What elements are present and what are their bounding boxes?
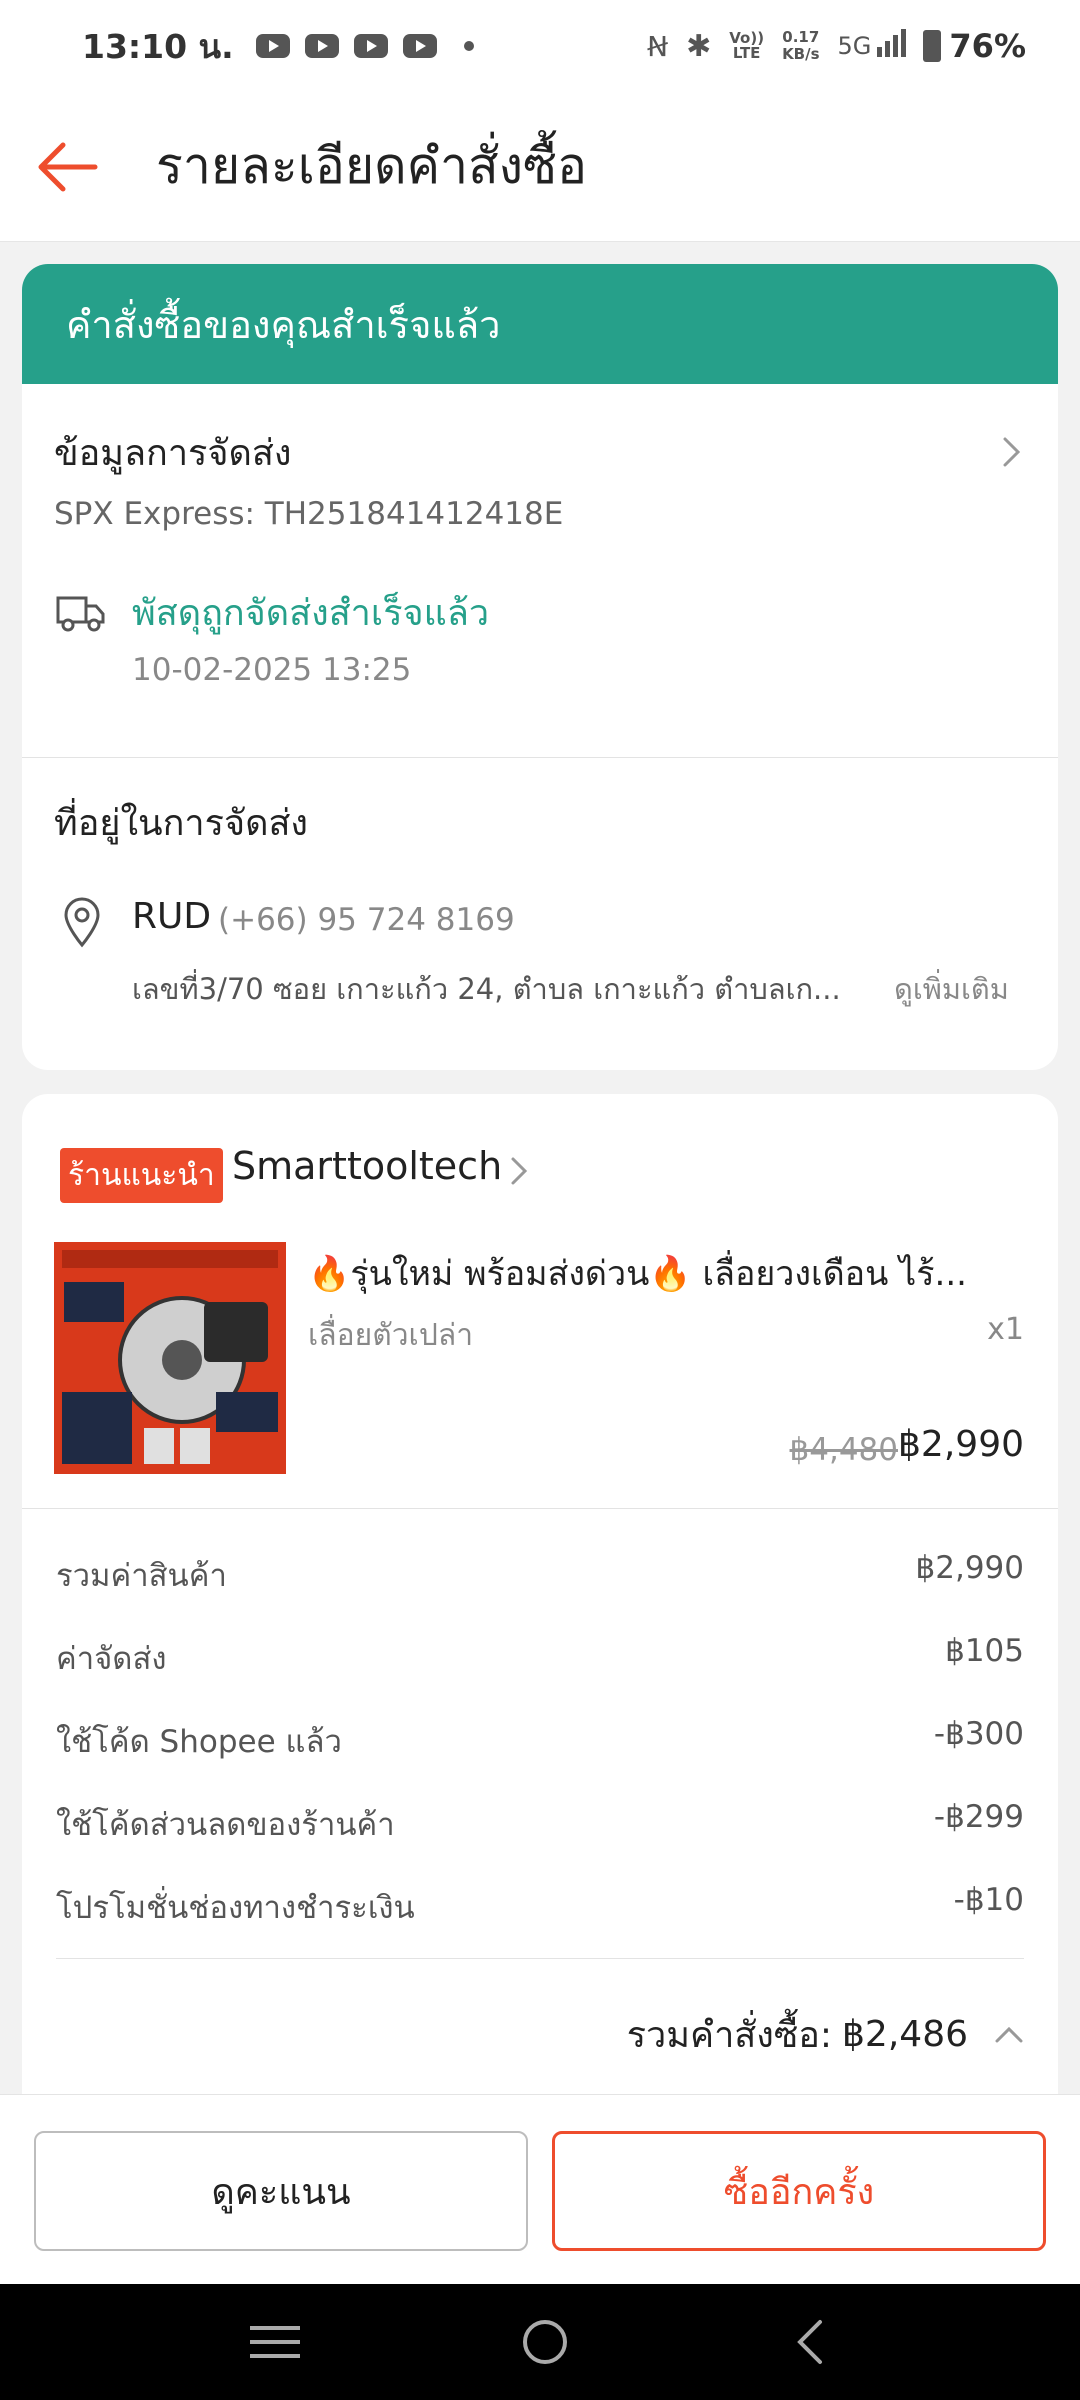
summary-label: โปรโมชั่นช่องทางชำระเงิน bbox=[56, 1890, 415, 1926]
page-title: รายละเอียดคำสั่งซื้อ bbox=[156, 137, 588, 195]
order-items-card: ร้านแนะนำ Smarttooltech 🔥รุ่นใหม่ พร้อมส… bbox=[22, 1094, 1058, 2094]
product-price: ฿2,990 bbox=[898, 1424, 1024, 1465]
youtube-icon bbox=[402, 34, 437, 58]
summary-label: รวมค่าสินค้า bbox=[56, 1558, 227, 1594]
menu-icon[interactable] bbox=[250, 2322, 300, 2362]
address-section: ที่อยู่ในการจัดส่ง RUD (+66) 95 724 8169… bbox=[22, 758, 1058, 1070]
summary-divider bbox=[56, 1958, 1024, 1959]
summary-value: -฿300 bbox=[933, 1716, 1024, 1752]
status-bar: 13:10 น. Ꞥ ✱ Vo)) LTE 0.17 KB/s 5G 76% bbox=[0, 0, 1080, 92]
back-arrow-icon bbox=[38, 142, 98, 191]
recipient-name: RUD bbox=[132, 896, 212, 937]
signal-icon bbox=[877, 29, 907, 63]
chevron-right-icon bbox=[511, 1157, 528, 1185]
divider bbox=[22, 1508, 1058, 1509]
youtube-icon bbox=[353, 34, 388, 58]
summary-label: ใช้โค้ด Shopee แล้ว bbox=[56, 1724, 342, 1760]
chevron-up-icon bbox=[995, 2026, 1023, 2042]
address-line: เลขที่3/70 ซอย เกาะแก้ว 24, ตำบล เกาะแก้… bbox=[132, 972, 841, 1006]
volte-icon: Vo)) LTE bbox=[729, 29, 765, 62]
original-price: ฿4,480 bbox=[789, 1432, 898, 1468]
summary-row: รวมค่าสินค้า ฿2,990 bbox=[56, 1550, 1024, 1600]
youtube-icon bbox=[304, 34, 339, 58]
product-quantity: x1 bbox=[987, 1312, 1024, 1347]
shipping-info-section[interactable]: ข้อมูลการจัดส่ง SPX Express: TH251841412… bbox=[22, 384, 1058, 758]
chevron-right-icon bbox=[1003, 437, 1021, 467]
notification-icons bbox=[255, 34, 474, 58]
network-speed: 0.17 KB/s bbox=[782, 29, 819, 63]
status-time: 13:10 น. bbox=[82, 26, 234, 66]
bottom-action-bar: ดูคะแนน ซื้ออีกครั้ง bbox=[0, 2094, 1080, 2284]
battery-icon bbox=[923, 30, 942, 62]
youtube-icon bbox=[255, 34, 290, 58]
network-speed-unit: KB/s bbox=[782, 45, 820, 63]
order-total-value: ฿2,486 bbox=[842, 2014, 968, 2055]
order-status-banner: คำสั่งซื้อของคุณสำเร็จแล้ว bbox=[22, 264, 1058, 384]
back-icon[interactable] bbox=[790, 2317, 830, 2367]
summary-row: ค่าจัดส่ง ฿105 bbox=[56, 1633, 1024, 1683]
summary-label: ใช้โค้ดส่วนลดของร้านค้า bbox=[56, 1807, 395, 1843]
truck-icon bbox=[56, 596, 105, 632]
status-right: Ꞥ ✱ Vo)) LTE 0.17 KB/s 5G 76% bbox=[629, 27, 1026, 65]
product-item[interactable]: 🔥รุ่นใหม่ พร้อมส่งด่วน🔥 เลื่อยวงเดือน ไร… bbox=[22, 1224, 1058, 1504]
carrier-tracking: SPX Express: TH251841412418E bbox=[54, 496, 564, 532]
location-pin-icon bbox=[64, 897, 100, 948]
order-total-row[interactable]: รวมคำสั่งซื้อ: ฿2,486 bbox=[627, 2006, 1024, 2063]
delivery-timestamp: 10-02-2025 13:25 bbox=[132, 652, 412, 688]
summary-label: ค่าจัดส่ง bbox=[56, 1641, 167, 1677]
system-nav-bar bbox=[0, 2284, 1080, 2400]
back-button[interactable] bbox=[8, 92, 128, 242]
order-total-label: รวมคำสั่งซื้อ: bbox=[626, 2015, 833, 2056]
recipient-phone: (+66) 95 724 8169 bbox=[218, 902, 515, 938]
view-rating-button[interactable]: ดูคะแนน bbox=[34, 2131, 528, 2251]
product-variant: เลื่อยตัวเปล่า bbox=[308, 1318, 474, 1353]
buy-again-button[interactable]: ซื้ออีกครั้ง bbox=[552, 2131, 1046, 2251]
product-image bbox=[54, 1242, 286, 1474]
nfc-icon: Ꞥ bbox=[647, 29, 669, 63]
app-header: รายละเอียดคำสั่งซื้อ bbox=[0, 92, 1080, 242]
address-title: ที่อยู่ในการจัดส่ง bbox=[54, 803, 309, 844]
network-speed-value: 0.17 bbox=[782, 28, 820, 46]
summary-row: ใช้โค้ด Shopee แล้ว -฿300 bbox=[56, 1716, 1024, 1766]
more-notifications-icon bbox=[463, 41, 474, 51]
summary-row: โปรโมชั่นช่องทางชำระเงิน -฿10 bbox=[56, 1882, 1024, 1932]
summary-value: -฿299 bbox=[933, 1799, 1024, 1835]
delivery-status: พัสดุถูกจัดส่งสำเร็จแล้ว bbox=[132, 593, 490, 634]
shop-header[interactable]: ร้านแนะนำ Smarttooltech bbox=[22, 1094, 1058, 1224]
order-info-card: คำสั่งซื้อของคุณสำเร็จแล้ว ข้อมูลการจัดส… bbox=[22, 264, 1058, 1070]
preferred-shop-badge: ร้านแนะนำ bbox=[60, 1148, 223, 1203]
summary-value: -฿10 bbox=[953, 1882, 1024, 1918]
see-more-link[interactable]: ดูเพิ่มเติม bbox=[894, 966, 1009, 1012]
summary-value: ฿2,990 bbox=[915, 1550, 1024, 1586]
battery-percent: 76% bbox=[949, 27, 1026, 65]
shipping-info-title: ข้อมูลการจัดส่ง bbox=[54, 433, 292, 474]
summary-value: ฿105 bbox=[945, 1633, 1024, 1669]
shop-name: Smarttooltech bbox=[232, 1144, 503, 1188]
product-title: 🔥รุ่นใหม่ พร้อมส่งด่วน🔥 เลื่อยวงเดือน ไร… bbox=[308, 1254, 967, 1294]
bluetooth-icon: ✱ bbox=[686, 28, 712, 64]
home-icon[interactable] bbox=[520, 2317, 570, 2367]
order-status-text: คำสั่งซื้อของคุณสำเร็จแล้ว bbox=[66, 302, 501, 347]
network-type: 5G bbox=[837, 32, 872, 60]
summary-row: ใช้โค้ดส่วนลดของร้านค้า -฿299 bbox=[56, 1799, 1024, 1849]
